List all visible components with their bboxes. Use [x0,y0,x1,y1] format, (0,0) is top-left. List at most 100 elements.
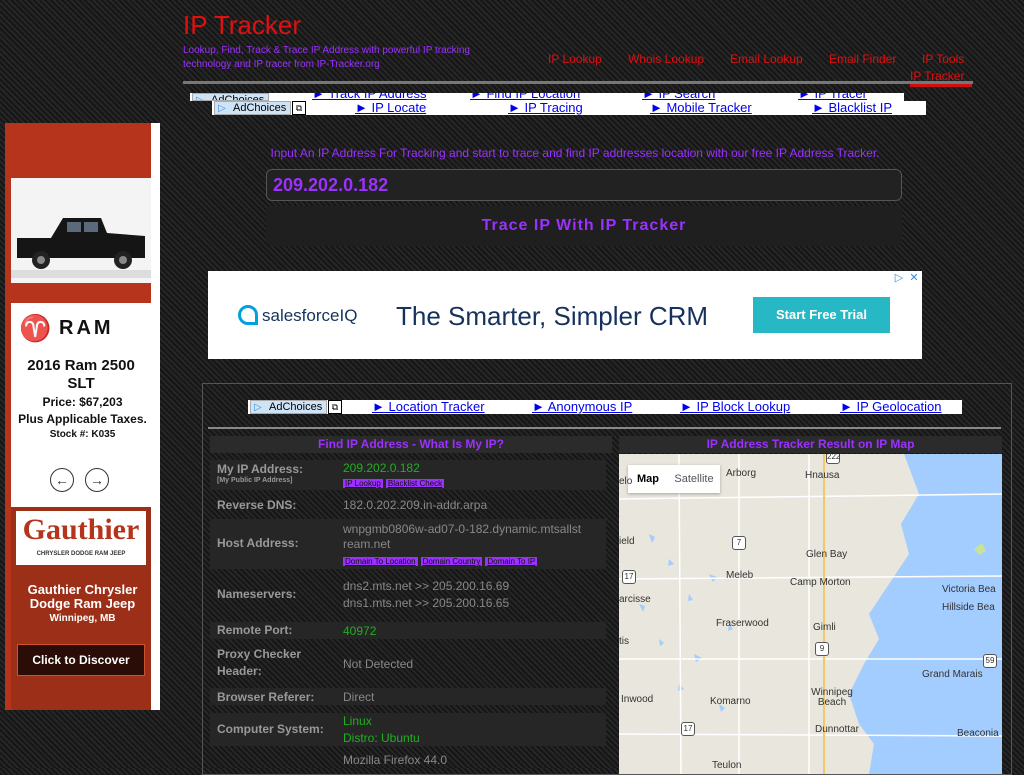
link-ip-locate[interactable]: ► IP Locate [355,101,426,115]
highway-shield-icon: 222 [826,454,840,464]
map-tab-map[interactable]: Map [628,465,668,493]
domain-to-ip-button[interactable]: Domain To IP [485,557,538,566]
truck-photo [11,178,151,303]
adchoices-icon[interactable]: ▷ [892,271,906,284]
adchoices-icon: ▷ [218,103,226,114]
map-label: tis [619,636,629,647]
map-label: Gimli [813,622,836,633]
map-label: Beaconia [957,728,999,739]
map-label: Camp Morton [790,577,851,588]
value-my-ip: 209.202.0.182 [343,461,420,475]
ip-lookup-button[interactable]: IP Lookup [343,479,383,488]
adchoices-badge-2[interactable]: ▷ AdChoices [250,400,328,414]
taxes-note: Plus Applicable Taxes. [18,412,147,426]
map-tab-satellite[interactable]: Satellite [668,465,720,493]
link-ip-geolocation[interactable]: ► IP Geolocation [840,400,942,414]
label-reverse-dns: Reverse DNS: [217,498,297,512]
salesforceiq-logo-icon [238,305,258,325]
value-distro: Distro: Ubuntu [343,731,420,745]
dealer-city: Winnipeg, MB [49,613,116,624]
map-label: Fraserwood [716,618,769,629]
value-reverse-dns: 182.0.202.209.in-addr.arpa [343,498,488,512]
info-heading: Find IP Address - What Is My IP? [210,436,612,453]
close-ad-icon[interactable]: ✕ [907,271,921,284]
site-tagline: Lookup, Find, Track & Trace IP Address w… [183,45,470,70]
arrow-left-icon[interactable]: ← [50,468,74,492]
truck-image [11,178,151,303]
domain-country-button[interactable]: Domain Country [420,557,483,566]
header-divider [183,81,973,84]
link-blacklist-ip[interactable]: ► Blacklist IP [812,101,892,115]
domain-to-location-button[interactable]: Domain To Location [343,557,418,566]
label-browser-referer: Browser Referer: [217,690,315,704]
start-free-trial-button[interactable]: Start Free Trial [753,297,890,333]
map-label: Dunnottar [815,724,859,735]
value-os: Linux [343,714,372,728]
panel-divider [208,427,1001,429]
dealer-logo-sub: CHRYSLER DODGE RAM JEEP [36,551,126,557]
dealer-logo: Gauthier [22,513,140,546]
map-label: Arborg [726,468,757,479]
salesforce-banner-ad[interactable]: salesforceIQ The Smarter, Simpler CRM St… [208,271,922,359]
vehicle-price: Price: $67,203 [42,395,123,409]
link-anonymous-ip[interactable]: ► Anonymous IP [532,400,632,414]
value-remote-port: 40972 [343,624,377,638]
adchoices-icon: ▷ [254,402,262,413]
adchoices-info-icon[interactable]: ⧉ [292,101,306,115]
map-label: ield [619,536,635,547]
link-location-tracker[interactable]: ► Location Tracker [372,400,485,414]
map-label: Meleb [726,570,754,581]
link-mobile-tracker[interactable]: ► Mobile Tracker [650,101,752,115]
click-to-discover-button[interactable]: Click to Discover [17,644,145,676]
map-label: Glen Bay [806,549,848,560]
ram-head-icon: ♈ [19,313,52,343]
blacklist-check-button[interactable]: Blacklist Check [385,479,445,488]
ip-location-map[interactable]: Map Satellite Arborg Hnausa Glen Bay Mel… [619,454,1002,774]
left-vehicle-ad[interactable]: ♈ RAM 2016 Ram 2500 SLT Price: $67,203 P… [5,123,160,710]
adchoices-badge-back[interactable]: ▷ AdChoices [192,93,270,101]
ram-brand: RAM [59,317,114,339]
highway-shield-icon: 59 [983,654,997,668]
label-proxy-header: Proxy Checker Header: [217,647,302,678]
map-heading: IP Address Tracker Result on IP Map [619,436,1002,453]
adchoices-badge[interactable]: ▷ AdChoices [214,101,292,115]
value-nameserver-2: dns1.mts.net >> 205.200.16.65 [343,596,510,610]
adchoices-icon: ▷ [196,95,204,101]
nav-whois-lookup[interactable]: Whois Lookup [628,52,704,66]
map-label: Winnipeg Beach [811,687,853,708]
value-browser-referer: Direct [343,690,375,704]
label-my-ip-sub: [My Public IP Address] [217,477,293,484]
nav-ip-tools[interactable]: IP Tools [922,52,964,66]
host-actions: Domain To Location Domain Country Domain T… [343,554,605,569]
banner-brand: salesforceIQ [262,306,358,325]
nav-email-finder[interactable]: Email Finder [829,52,896,66]
adchoices-info-icon[interactable]: ⧉ [328,400,342,414]
value-proxy-header: Not Detected [343,657,414,671]
stock-number: Stock #: K035 [49,429,116,440]
link-ip-block-lookup[interactable]: ► IP Block Lookup [680,400,790,414]
highway-shield-icon: 17 [622,570,636,584]
vehicle-model: 2016 Ram 2500 SLT [27,357,135,392]
map-label: Hillside Bea [942,602,995,613]
dealer-name: Gauthier Chrysler Dodge Ram Jeep [27,582,138,611]
site-logo[interactable]: IP Tracker [183,10,301,41]
nav-email-lookup[interactable]: Email Lookup [730,52,803,66]
active-nav-underline [910,84,972,87]
map-label: Victoria Bea [942,584,996,595]
value-nameserver-1: dns2.mts.net >> 205.200.16.69 [343,579,510,593]
map-type-control: Map Satellite [628,465,720,493]
link-ip-tracing[interactable]: ► IP Tracing [508,101,583,115]
map-label: Grand Marais [922,669,983,680]
instructions-text: Input An IP Address For Tracking and sta… [270,146,880,160]
label-host-address: Host Address: [217,536,299,550]
nav-ip-lookup[interactable]: IP Lookup [548,52,602,66]
map-label: Komarno [710,696,751,707]
map-label: elo [619,476,633,487]
dealer-logo-box: Gauthier CHRYSLER DODGE RAM JEEP [16,511,146,565]
ip-address-input[interactable] [266,169,902,201]
label-remote-port: Remote Port: [217,623,293,637]
arrow-right-icon[interactable]: → [85,468,109,492]
value-host-address: wnpgmb0806w-ad07-0-182.dynamic.mtsallstr… [343,522,582,551]
my-ip-actions: IP Lookup Blacklist Check [343,476,605,491]
trace-ip-button[interactable]: Trace IP With IP Tracker [266,206,902,246]
